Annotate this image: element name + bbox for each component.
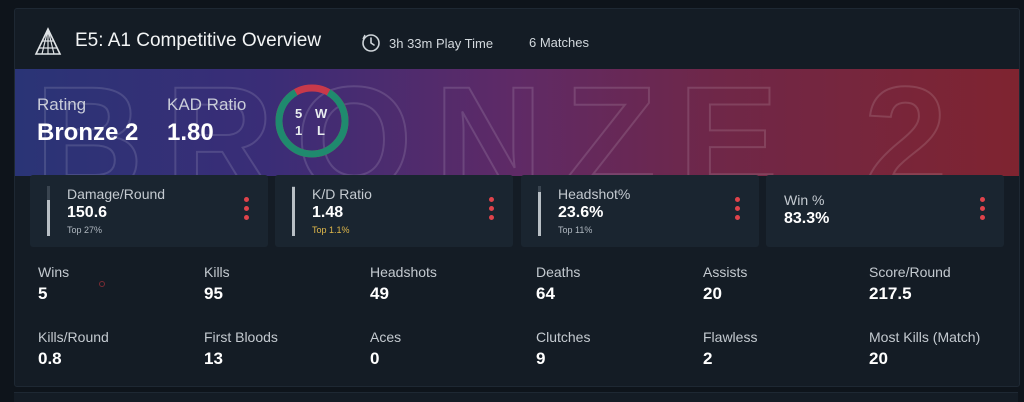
more-options-icon[interactable] — [244, 197, 250, 223]
card-value: 150.6 — [67, 204, 108, 221]
stat-label: Kills/Round — [38, 329, 109, 345]
percentile-bar — [538, 186, 541, 236]
kad-ratio-label: KAD Ratio — [167, 95, 247, 114]
percentile-bar — [292, 186, 295, 236]
overview-panel: E5: A1 Competitive Overview 3h 33m Play … — [14, 8, 1020, 387]
stat-value: 13 — [204, 349, 223, 368]
stat-label: Wins — [38, 264, 70, 280]
card-percentile: Top 1.1% — [312, 225, 350, 235]
card-label: Damage/Round — [67, 186, 166, 202]
wins-letter: W — [315, 106, 328, 121]
rank-logo-icon — [34, 27, 62, 55]
matches-count: 6 Matches — [529, 35, 589, 50]
stat-deaths: Deaths 64 — [536, 264, 686, 304]
stat-label: Most Kills (Match) — [869, 329, 981, 345]
stat-label: Assists — [703, 264, 748, 280]
stat-value: 9 — [536, 349, 546, 368]
stat-kills: Kills 95 — [204, 264, 354, 304]
card-value: 83.3% — [784, 210, 830, 227]
stat-value: 20 — [869, 349, 888, 368]
stat-value: 64 — [536, 284, 555, 303]
page-title: E5: A1 Competitive Overview — [75, 30, 322, 51]
rank-banner: BRONZE 2 Rating Bronze 2 KAD Ratio 1.80 … — [15, 69, 1019, 176]
playtime-text: 3h 33m Play Time — [389, 35, 494, 51]
stat-card-kd-ratio[interactable]: K/D Ratio 1.48 Top 1.1% — [275, 175, 513, 247]
losses-count: 1 — [295, 123, 303, 138]
stat-card-win-percent[interactable]: Win % 83.3% — [766, 175, 1004, 247]
card-value: 1.48 — [312, 204, 344, 221]
card-label: K/D Ratio — [312, 186, 372, 202]
stat-kills-round: Kills/Round 0.8 — [38, 329, 188, 369]
stat-card-damage-round[interactable]: Damage/Round 150.6 Top 27% — [30, 175, 268, 247]
stat-value: 0 — [370, 349, 380, 368]
stat-headshots: Headshots 49 — [370, 264, 520, 304]
kad-ratio-value: 1.80 — [167, 119, 214, 146]
stat-value: 20 — [703, 284, 722, 303]
percentile-bar — [47, 186, 50, 236]
card-label: Headshot% — [558, 186, 631, 202]
card-percentile: Top 11% — [558, 225, 593, 235]
stat-first-bloods: First Bloods 13 — [204, 329, 354, 369]
stat-label: Deaths — [536, 264, 581, 280]
more-options-icon[interactable] — [735, 197, 741, 223]
playtime-info: 3h 33m Play Time — [361, 33, 493, 53]
stat-card-headshot[interactable]: Headshot% 23.6% Top 11% — [521, 175, 759, 247]
stat-label: Clutches — [536, 329, 591, 345]
stat-label: First Bloods — [204, 329, 278, 345]
stat-value: 49 — [370, 284, 389, 303]
stat-score-round: Score/Round 217.5 — [869, 264, 1019, 304]
stat-label: Flawless — [703, 329, 758, 345]
stat-value: 5 — [38, 284, 48, 303]
stat-label: Headshots — [370, 264, 437, 280]
win-loss-ring — [275, 84, 349, 158]
more-options-icon[interactable] — [980, 197, 986, 223]
card-label: Win % — [784, 192, 825, 208]
stat-most-kills-match: Most Kills (Match) 20 — [869, 329, 1019, 369]
overview-header: E5: A1 Competitive Overview 3h 33m Play … — [15, 9, 1019, 69]
ring-win-arc — [275, 84, 349, 158]
stat-label: Score/Round — [869, 264, 951, 280]
indicator-dot — [99, 281, 105, 287]
stat-label: Kills — [204, 264, 230, 280]
stat-label: Aces — [370, 329, 402, 345]
stat-value: 0.8 — [38, 349, 62, 368]
rank-watermark: BRONZE 2 — [34, 69, 948, 176]
stat-value: 2 — [703, 349, 713, 368]
rating-label: Rating — [37, 95, 87, 114]
card-percentile: Top 27% — [67, 225, 103, 235]
stat-assists: Assists 20 — [703, 264, 853, 304]
stat-clutches: Clutches 9 — [536, 329, 686, 369]
wins-count: 5 — [295, 106, 303, 121]
losses-letter: L — [317, 123, 325, 138]
stat-value: 217.5 — [869, 284, 912, 303]
card-value: 23.6% — [558, 204, 604, 221]
stat-aces: Aces 0 — [370, 329, 520, 369]
stat-value: 95 — [204, 284, 223, 303]
stat-wins: Wins 5 — [38, 264, 188, 304]
clock-icon — [362, 34, 380, 52]
rating-value: Bronze 2 — [37, 119, 139, 146]
stat-flawless: Flawless 2 — [703, 329, 853, 369]
more-options-icon[interactable] — [489, 197, 495, 223]
